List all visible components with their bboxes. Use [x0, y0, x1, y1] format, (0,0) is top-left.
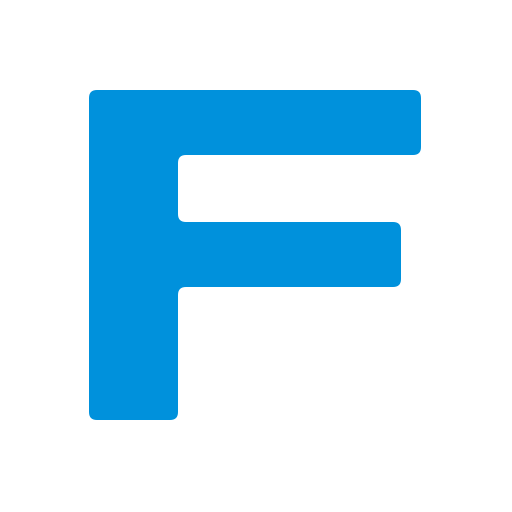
- letter-f-shape: [89, 90, 421, 420]
- app-icon-canvas: [0, 0, 512, 512]
- letter-f-logo-icon: [89, 90, 421, 420]
